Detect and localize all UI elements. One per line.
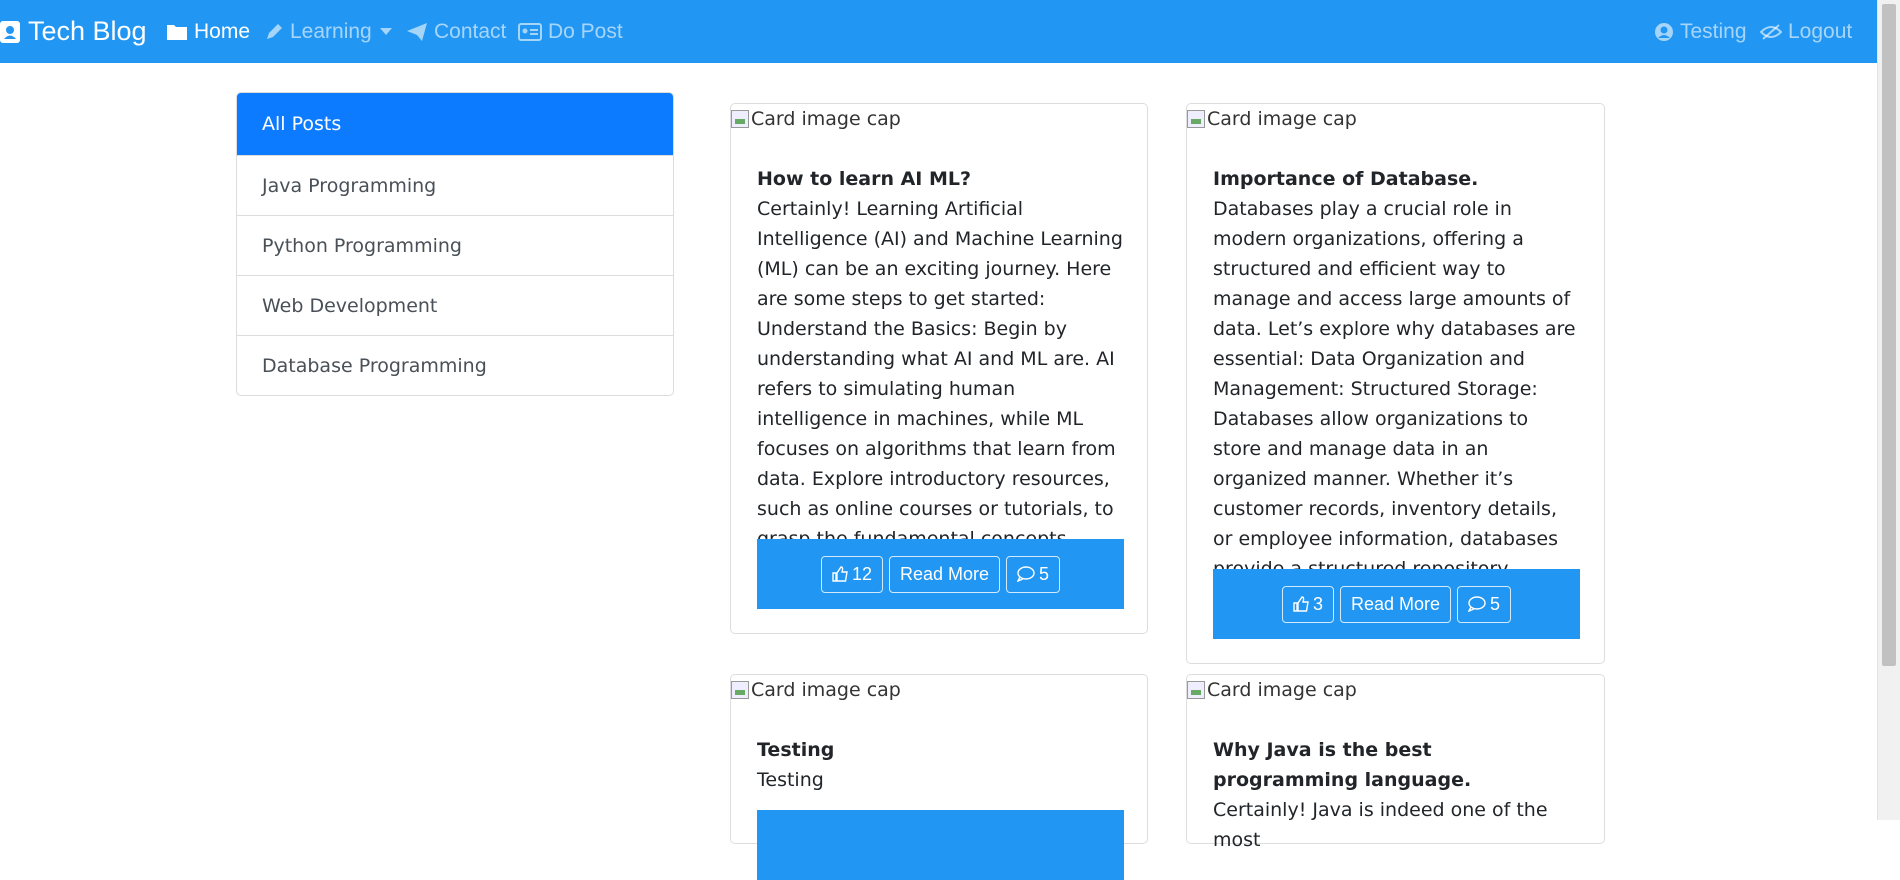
category-label: Database Programming xyxy=(262,354,487,377)
nav-do-post-label: Do Post xyxy=(548,19,623,43)
page-scrollbar[interactable] xyxy=(1877,0,1900,820)
card-body: Importance of Database. Databases play a… xyxy=(1213,164,1579,584)
card-image: Card image cap xyxy=(731,108,901,130)
nav-user-label: Testing xyxy=(1680,19,1747,43)
caret-down-icon xyxy=(379,28,392,35)
top-navbar: Tech Blog Home Learning Contact Do Post … xyxy=(0,0,1878,63)
comment-count: 5 xyxy=(1039,563,1050,584)
post-text: Certainly! Learning Artificial Intellige… xyxy=(757,198,1123,550)
post-text: Testing xyxy=(757,769,824,791)
category-item-database[interactable]: Database Programming xyxy=(237,335,673,395)
nav-do-post[interactable]: Do Post xyxy=(518,0,623,63)
post-text: Certainly! Java is indeed one of the mos… xyxy=(1213,799,1548,851)
like-count: 12 xyxy=(851,563,872,584)
card-image-alt: Card image cap xyxy=(1207,108,1357,130)
category-label: All Posts xyxy=(262,113,342,135)
comment-icon xyxy=(1017,566,1035,582)
post-text: Databases play a crucial role in modern … xyxy=(1213,198,1576,580)
nav-contact[interactable]: Contact xyxy=(406,0,506,63)
card-image: Card image cap xyxy=(731,679,901,701)
card-image: Card image cap xyxy=(1187,679,1357,701)
read-more-label: Read More xyxy=(1350,593,1441,614)
thumbs-up-icon xyxy=(1293,596,1309,612)
pen-icon xyxy=(267,23,282,39)
category-label: Java Programming xyxy=(262,174,437,197)
post-title: Testing xyxy=(757,739,835,761)
broken-image-icon xyxy=(731,681,749,699)
thumbs-up-icon xyxy=(832,566,848,582)
card-body: Testing Testing xyxy=(757,735,1123,795)
category-item-all-posts[interactable]: All Posts xyxy=(237,93,673,155)
card-footer xyxy=(757,810,1124,880)
card-body: Why Java is the best programming languag… xyxy=(1213,735,1579,855)
category-item-web[interactable]: Web Development xyxy=(237,275,673,335)
folder-icon xyxy=(167,24,187,40)
nav-home[interactable]: Home xyxy=(166,0,250,63)
post-card: Card image cap Testing Testing xyxy=(730,674,1148,880)
card-body: How to learn AI ML? Certainly! Learning … xyxy=(757,164,1123,554)
eye-slash-icon xyxy=(1760,23,1782,40)
read-more-button[interactable]: Read More xyxy=(1339,585,1452,623)
category-label: Python Programming xyxy=(262,234,462,257)
broken-image-icon xyxy=(1187,681,1205,699)
card-footer: 12 Read More 5 xyxy=(757,539,1124,609)
id-card-icon xyxy=(518,22,542,41)
card-image: Card image cap xyxy=(1187,108,1357,130)
nav-user[interactable]: Testing xyxy=(1654,0,1747,63)
category-item-python[interactable]: Python Programming xyxy=(237,215,673,275)
comment-count: 5 xyxy=(1490,593,1501,614)
read-more-button[interactable]: Read More xyxy=(888,555,1001,593)
post-card: Card image cap Why Java is the best prog… xyxy=(1186,674,1605,851)
comment-icon xyxy=(1468,596,1486,612)
nav-logout-label: Logout xyxy=(1788,19,1853,43)
category-list: All Posts Java Programming Python Progra… xyxy=(236,92,674,396)
brand-link[interactable]: Tech Blog xyxy=(0,0,147,63)
paper-plane-icon xyxy=(407,22,427,41)
category-item-java[interactable]: Java Programming xyxy=(237,155,673,215)
card-image-alt: Card image cap xyxy=(1207,679,1357,701)
post-title: How to learn AI ML? xyxy=(757,168,972,190)
like-button[interactable]: 3 xyxy=(1281,585,1334,623)
read-more-label: Read More xyxy=(899,563,990,584)
nav-logout[interactable]: Logout xyxy=(1760,0,1852,63)
post-card: Card image cap Importance of Database. D… xyxy=(1186,103,1605,664)
card-image-alt: Card image cap xyxy=(751,679,901,701)
like-button[interactable]: 12 xyxy=(820,555,883,593)
broken-image-icon xyxy=(1187,110,1205,128)
address-book-icon xyxy=(0,20,20,43)
broken-image-icon xyxy=(731,110,749,128)
category-label: Web Development xyxy=(262,294,438,317)
card-image-alt: Card image cap xyxy=(751,108,901,130)
card-footer: 3 Read More 5 xyxy=(1213,569,1580,639)
post-title: Importance of Database. xyxy=(1213,168,1479,190)
nav-contact-label: Contact xyxy=(434,19,507,43)
nav-learning-label: Learning xyxy=(290,19,372,43)
post-card: Card image cap How to learn AI ML? Certa… xyxy=(730,103,1148,634)
user-circle-icon xyxy=(1655,22,1673,41)
brand-label: Tech Blog xyxy=(28,16,147,46)
nav-home-label: Home xyxy=(194,19,251,43)
comment-button[interactable]: 5 xyxy=(1457,585,1512,623)
scrollbar-thumb[interactable] xyxy=(1882,4,1896,666)
like-count: 3 xyxy=(1312,593,1323,614)
nav-learning-dropdown[interactable]: Learning xyxy=(264,0,392,63)
post-title: Why Java is the best programming languag… xyxy=(1213,739,1472,791)
comment-button[interactable]: 5 xyxy=(1006,555,1061,593)
